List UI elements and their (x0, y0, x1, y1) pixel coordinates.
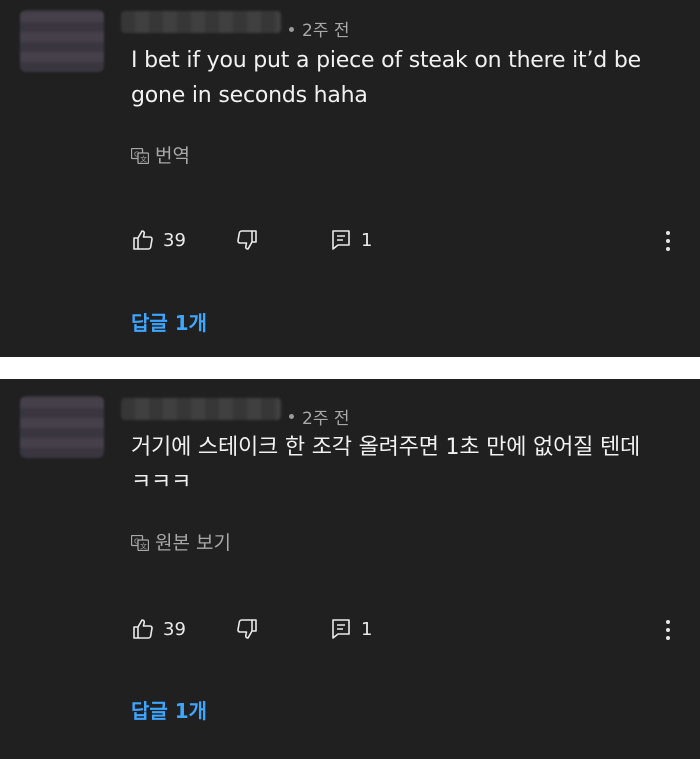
like-button[interactable]: 39 (131, 617, 186, 641)
reply-button[interactable]: 1 (329, 617, 372, 641)
dislike-button[interactable] (235, 617, 259, 641)
separator-dot (289, 414, 294, 419)
translate-button[interactable]: G 文 번역 (130, 141, 190, 168)
thumbs-up-icon (133, 230, 153, 250)
avatar[interactable] (20, 396, 104, 458)
comment-text-line: 거기에 스테이크 한 조각 올려주면 1초 만에 없어질 텐데 (131, 435, 641, 460)
separator (0, 357, 700, 379)
thumbs-up-icon (133, 619, 153, 639)
like-count: 39 (163, 618, 186, 640)
comment-timestamp[interactable]: 2주 전 (302, 16, 350, 41)
comment-card-2: 2주 전 거기에 스테이크 한 조각 올려주면 1초 만에 없어질 텐데 ㅋㅋㅋ… (0, 379, 700, 759)
translate-icon: G 文 (130, 147, 150, 164)
comment-icon (332, 230, 350, 250)
avatar[interactable] (20, 10, 104, 72)
translate-icon: G 文 (130, 534, 150, 551)
svg-text:文: 文 (140, 541, 147, 550)
comment-card-1: 2주 전 I bet if you put a piece of steak o… (0, 0, 700, 357)
translate-label: 원본 보기 (155, 532, 231, 554)
author-name-redacted[interactable] (121, 11, 281, 33)
translate-label: 번역 (155, 145, 190, 167)
view-replies-link[interactable]: 답글 1개 (131, 307, 207, 336)
thumbs-down-icon (237, 230, 257, 250)
comment-text: 거기에 스테이크 한 조각 올려주면 1초 만에 없어질 텐데 ㅋㅋㅋ (131, 430, 661, 500)
comment-text-line: I bet if you put a piece of steak on the… (131, 48, 641, 73)
author-name-redacted[interactable] (121, 398, 281, 420)
thumbs-down-icon (237, 619, 257, 639)
more-vertical-icon[interactable] (665, 228, 671, 254)
comment-timestamp[interactable]: 2주 전 (302, 404, 350, 429)
separator-dot (289, 27, 294, 32)
like-count: 39 (163, 229, 186, 251)
comment-text-line: gone in seconds haha (131, 83, 368, 108)
reply-count: 1 (361, 229, 373, 251)
view-replies-link[interactable]: 답글 1개 (131, 695, 207, 724)
translate-button[interactable]: G 文 원본 보기 (130, 528, 231, 555)
reply-count: 1 (361, 618, 373, 640)
dislike-button[interactable] (235, 228, 259, 252)
comment-actions: 39 1 (131, 617, 700, 643)
comment-text-line: ㅋㅋㅋ (131, 470, 192, 495)
svg-text:文: 文 (140, 154, 147, 163)
like-button[interactable]: 39 (131, 228, 186, 252)
reply-button[interactable]: 1 (329, 228, 372, 252)
comment-actions: 39 1 (131, 228, 700, 254)
comment-text: I bet if you put a piece of steak on the… (131, 43, 661, 113)
comment-icon (332, 619, 350, 639)
more-vertical-icon[interactable] (665, 617, 671, 643)
